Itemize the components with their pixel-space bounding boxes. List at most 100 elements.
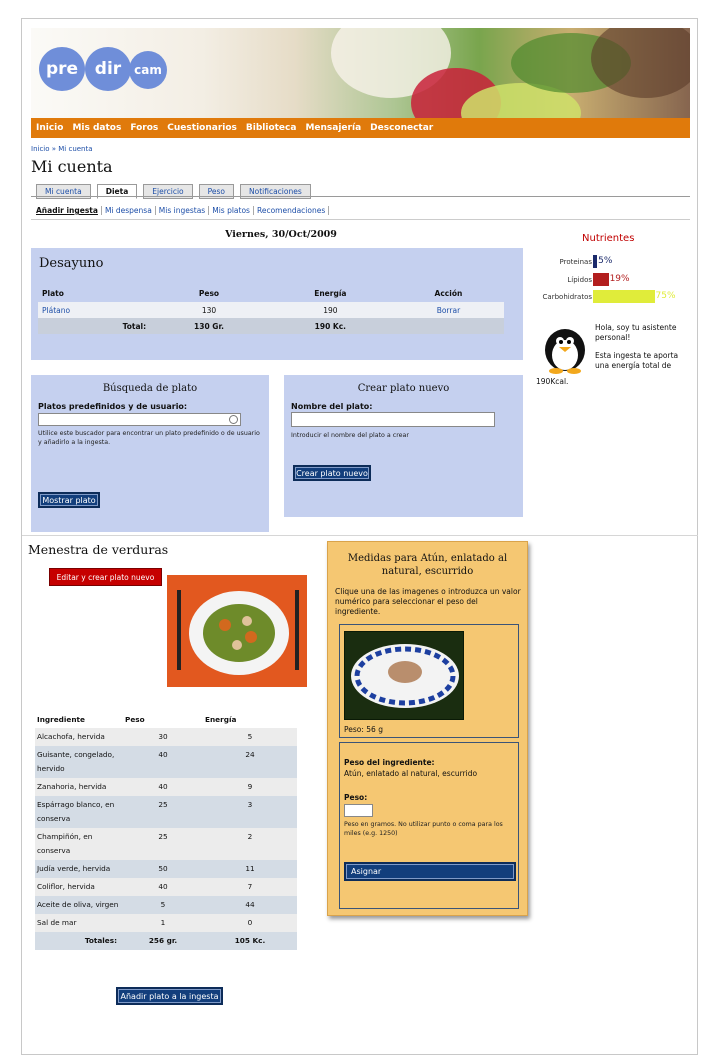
nav-desconectar[interactable]: Desconectar (370, 123, 433, 133)
page-frame: pre dir cam Inicio Mis datos Foros Cuest… (21, 18, 698, 1055)
desayuno-table: Plato Peso Energía Acción Plátano 130 19… (38, 284, 504, 334)
crear-plato-button[interactable]: Crear plato nuevo (293, 465, 371, 481)
total-label: Total: (38, 318, 151, 334)
energia-cell: 44 (203, 896, 297, 914)
desayuno-panel: Desayuno Plato Peso Energía Acción Pláta… (31, 248, 523, 360)
nutriente-label: Lípidos (567, 276, 592, 284)
ingrediente-cell: Espárrago blanco, en conserva (35, 796, 123, 828)
energia-cell: 3 (203, 796, 297, 828)
nav-mis-datos[interactable]: Mis datos (72, 123, 121, 133)
ingredientes-table: Ingrediente Peso Energía Alcachofa, herv… (35, 710, 297, 950)
energia-cell: 5 (203, 728, 297, 746)
energia-cell: 2 (203, 828, 297, 860)
busqueda-help: Utilice este buscador para encontrar un … (38, 430, 260, 446)
energia-cell: 190 (267, 302, 393, 318)
ingrediente-cell: Coliflor, hervida (35, 878, 123, 896)
tabs-divider (31, 196, 690, 197)
totales-energia: 105 Kc. (203, 932, 297, 950)
breadcrumb[interactable]: Inicio » Mi cuenta (31, 145, 93, 153)
mostrar-plato-button[interactable]: Mostrar plato (38, 492, 100, 508)
sub-tabs: Añadir ingesta Mi despensa Mis ingestas … (36, 206, 330, 215)
table-row: Espárrago blanco, en conserva 25 3 (35, 796, 297, 828)
subtab-mi-despensa[interactable]: Mi despensa (102, 206, 156, 215)
nutriente-percent: 75% (655, 291, 676, 301)
asistente-line3: 190Kcal. (536, 377, 569, 386)
borrar-link[interactable]: Borrar (392, 302, 504, 318)
asistente-line2: Esta ingesta te aporta una energía total… (595, 351, 679, 370)
nutriente-percent: 19% (609, 274, 630, 284)
logo-pre: pre (39, 47, 85, 91)
peso-cell: 40 (123, 778, 203, 796)
totales-peso: 256 gr. (123, 932, 203, 950)
peso-cell: 1 (123, 914, 203, 932)
busqueda-input[interactable] (38, 413, 241, 426)
subtab-mis-ingestas[interactable]: Mis ingestas (156, 206, 210, 215)
nav-cuestionarios[interactable]: Cuestionarios (167, 123, 237, 133)
asistente-text: Hola, soy tu asistente personal! Esta in… (595, 323, 692, 371)
nav-biblioteca[interactable]: Biblioteca (246, 123, 297, 133)
col-energia: Energía (205, 714, 237, 724)
peso-label: Peso: (344, 793, 368, 802)
peso-cell: 50 (123, 860, 203, 878)
plato-link[interactable]: Plátano (38, 302, 151, 318)
peso-box: Peso del ingrediente: Atún, enlatado al … (339, 742, 519, 909)
nutriente-label: Proteinas (559, 258, 592, 266)
peso-cell: 130 (150, 302, 268, 318)
anadir-plato-button[interactable]: Añadir plato a la ingesta (116, 987, 223, 1005)
top-section: pre dir cam Inicio Mis datos Foros Cuest… (22, 19, 698, 535)
nav-foros[interactable]: Foros (130, 123, 158, 133)
subtabs-divider (31, 219, 690, 220)
nav-inicio[interactable]: Inicio (36, 123, 63, 133)
date-heading: Viernes, 30/Oct/2009 (225, 229, 337, 240)
energia-cell: 24 (203, 746, 297, 778)
energia-cell: 9 (203, 778, 297, 796)
nutriente-bar (593, 273, 609, 286)
photo-box: Peso: 56 g (339, 624, 519, 738)
subtab-mis-platos[interactable]: Mis platos (209, 206, 254, 215)
atun-photo[interactable] (344, 631, 464, 720)
header-banner: pre dir cam (31, 28, 690, 118)
nutriente-bar (593, 290, 655, 303)
peso-input[interactable] (344, 804, 373, 817)
nutrientes-title: Nutrientes (582, 233, 635, 244)
photo-caption: Peso: 56 g (344, 725, 383, 734)
nombre-plato-input[interactable] (291, 412, 495, 427)
table-row: Sal de mar 1 0 (35, 914, 297, 932)
table-row: Champiñón, en conserva 25 2 (35, 828, 297, 860)
energia-cell: 7 (203, 878, 297, 896)
ingrediente-cell: Champiñón, en conserva (35, 828, 123, 860)
section-divider (22, 535, 698, 536)
busqueda-title: Búsqueda de plato (102, 383, 198, 394)
subtab-recomendaciones[interactable]: Recomendaciones (254, 206, 330, 215)
energia-cell: 0 (203, 914, 297, 932)
editar-plato-button[interactable]: Editar y crear plato nuevo (49, 568, 162, 586)
nav-mensajeria[interactable]: Mensajería (305, 123, 361, 133)
nutriente-percent: 5% (598, 256, 613, 266)
medidas-panel: Medidas para Atún, enlatado al natural, … (327, 541, 528, 916)
peso-cell: 40 (123, 878, 203, 896)
col-energia: Energía (314, 288, 347, 298)
asignar-button[interactable]: Asignar (344, 862, 516, 881)
crear-panel: Crear plato nuevo Nombre del plato: Intr… (284, 375, 523, 517)
desayuno-title: Desayuno (39, 256, 104, 271)
total-row: Total: 130 Gr. 190 Kc. (38, 318, 504, 334)
ingrediente-cell: Guisante, congelado, hervido (35, 746, 123, 778)
busqueda-panel: Búsqueda de plato Platos predefinidos y … (31, 375, 269, 532)
ingrediente-cell: Alcachofa, hervida (35, 728, 123, 746)
col-peso: Peso (198, 288, 220, 298)
medidas-instructions: Clique una de las imagenes o introduzca … (335, 587, 521, 616)
ingrediente-cell: Zanahoria, hervida (35, 778, 123, 796)
crear-title: Crear plato nuevo (357, 383, 450, 394)
col-plato: Plato (42, 288, 64, 298)
ingrediente-cell: Aceite de oliva, virgen (35, 896, 123, 914)
logo[interactable]: pre dir cam (39, 47, 171, 91)
logo-dir: dir (85, 47, 131, 91)
nutriente-label: Carbohidratos (542, 293, 592, 301)
subtab-anadir-ingesta[interactable]: Añadir ingesta (36, 206, 102, 215)
table-row: Alcachofa, hervida 30 5 (35, 728, 297, 746)
table-row: Judía verde, hervida 50 11 (35, 860, 297, 878)
col-ingrediente: Ingrediente (37, 714, 85, 724)
totales-row: Totales: 256 gr. 105 Kc. (35, 932, 297, 950)
col-peso: Peso (125, 714, 145, 724)
plato-title: Menestra de verduras (28, 542, 169, 557)
